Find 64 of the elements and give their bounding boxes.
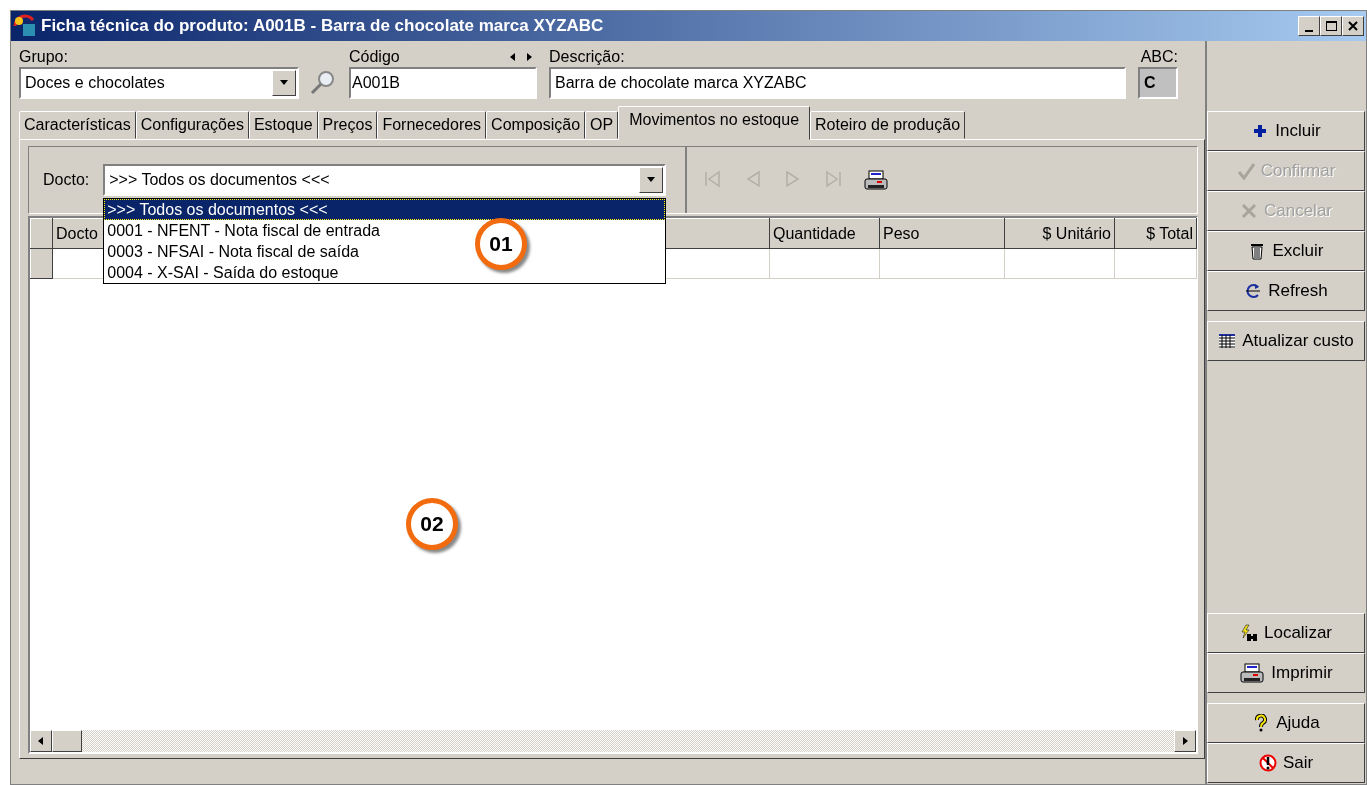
dropdown-option[interactable]: >>> Todos os documentos <<< [104, 199, 666, 220]
field-value: C [1144, 73, 1156, 93]
minimize-button[interactable] [1298, 16, 1320, 36]
field-value: >>> Todos os documentos <<< [109, 170, 330, 190]
field-label: ABC: [1140, 47, 1178, 67]
column-header[interactable]: Quantidade [769, 218, 880, 249]
tab[interactable]: Configurações [135, 111, 249, 139]
left-arrow-icon [37, 736, 45, 746]
tab[interactable]: Estoque [248, 111, 318, 139]
horizontal-scrollbar[interactable] [30, 730, 1196, 752]
tab[interactable]: OP [585, 111, 619, 139]
dropdown-option[interactable]: 0004 - X-SAI - Saída do estoque [104, 262, 342, 283]
action-button[interactable]: Incluir [1207, 111, 1365, 151]
field-label: Código [349, 47, 400, 67]
scroll-right-button[interactable] [1174, 730, 1196, 752]
scroll-thumb[interactable] [52, 730, 82, 752]
column-header[interactable]: $ Total [1114, 218, 1197, 249]
maximize-icon [1325, 21, 1337, 31]
refresh-icon [1244, 282, 1263, 300]
action-button[interactable]: Excluir [1207, 231, 1365, 271]
field-value: Barra de chocolate marca XYZABC [555, 73, 807, 93]
printer-icon [1239, 662, 1266, 684]
left-arrow-icon[interactable] [509, 52, 517, 62]
dropdown-button[interactable] [639, 167, 664, 193]
check-icon [1236, 162, 1255, 180]
maximize-button[interactable] [1320, 16, 1342, 36]
binoculars-icon [1239, 624, 1258, 642]
tab[interactable]: Fornecedores [377, 111, 487, 139]
app-icon [13, 14, 37, 38]
minimize-icon [1305, 29, 1313, 32]
right-arrow-icon[interactable] [525, 52, 533, 62]
scroll-left-button[interactable] [30, 730, 52, 752]
action-button[interactable]: Refresh [1207, 271, 1365, 311]
right-arrow-icon [1181, 736, 1189, 746]
action-button[interactable]: Ajuda [1207, 703, 1365, 743]
input-field[interactable]: Barra de chocolate marca XYZABC [549, 67, 1126, 99]
field-label: Grupo: [19, 47, 69, 67]
input-field[interactable]: A001B [349, 67, 537, 99]
row-selector[interactable] [30, 248, 53, 279]
action-button[interactable]: Localizar [1207, 613, 1365, 653]
window-title: Ficha técnica do produto: A001B - Barra de chocolate marca XYZABC [41, 15, 604, 38]
tab[interactable]: Roteiro de produção [810, 111, 966, 139]
action-button[interactable]: Sair [1207, 743, 1365, 783]
action-button[interactable]: Imprimir [1207, 653, 1365, 693]
stop-icon [1258, 754, 1277, 772]
dropdown-field[interactable]: >>> Todos os documentos <<< [103, 164, 667, 196]
cross-icon [1239, 202, 1258, 220]
field-label: Descrição: [549, 47, 626, 67]
field-value: Doces e chocolates [25, 73, 165, 93]
dropdown-field[interactable]: Doces e chocolates [19, 67, 299, 99]
column-header[interactable]: Peso [879, 218, 1005, 249]
close-button[interactable] [1342, 16, 1364, 36]
action-button[interactable]: Atualizar custo [1207, 321, 1365, 361]
tab[interactable]: Preços [317, 111, 378, 139]
field-label: Docto: [43, 170, 90, 190]
table-icon [1218, 332, 1237, 350]
tab[interactable]: Movimentos no estoque [618, 106, 811, 140]
close-icon [1348, 21, 1358, 31]
field-value: A001B [352, 73, 401, 93]
tab[interactable]: Características [19, 111, 136, 139]
printer-icon[interactable] [863, 169, 889, 191]
dropdown-button[interactable] [272, 70, 296, 96]
tab[interactable]: Composição [486, 111, 586, 139]
column-header[interactable]: $ Unitário [1004, 218, 1115, 249]
